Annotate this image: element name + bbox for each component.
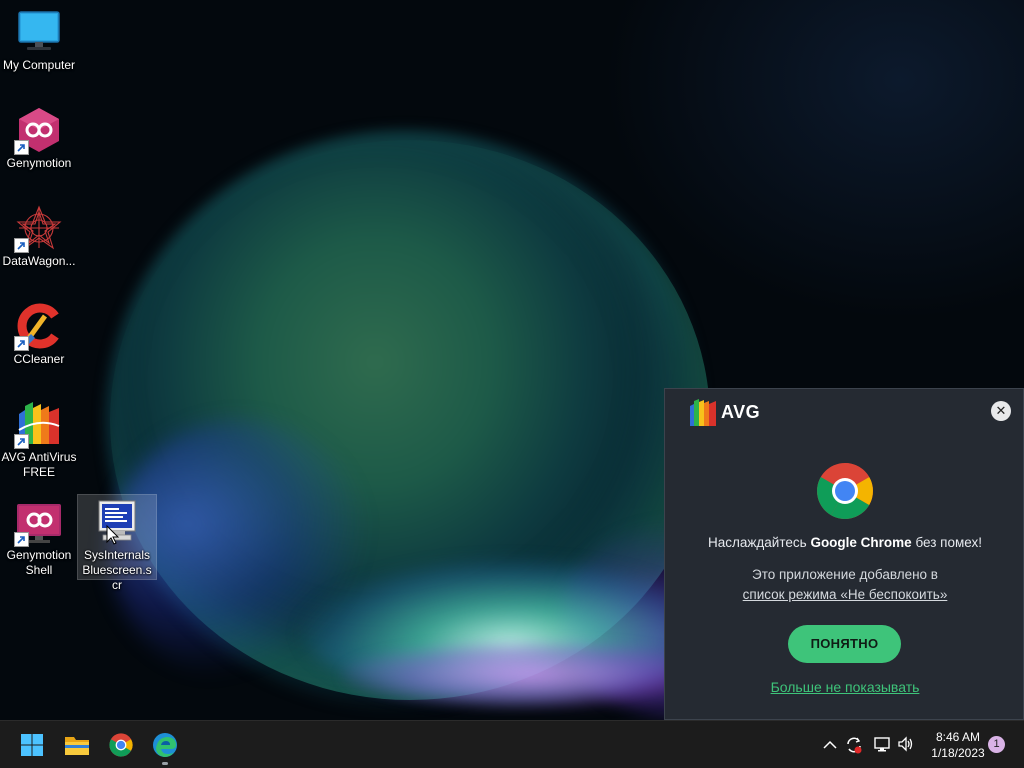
desktop-icon-my-computer[interactable]: My Computer bbox=[0, 8, 78, 73]
desktop-icon-label: My Computer bbox=[2, 58, 76, 72]
got-it-button[interactable]: ПОНЯТНО bbox=[788, 625, 901, 663]
shortcut-arrow-icon bbox=[14, 532, 29, 547]
shortcut-arrow-icon bbox=[14, 140, 29, 155]
chevron-up-icon bbox=[823, 740, 837, 749]
headline-prefix: Наслаждайтесь bbox=[708, 535, 811, 550]
close-button[interactable]: ✕ bbox=[991, 401, 1011, 421]
edge-icon bbox=[153, 733, 177, 757]
desktop-icon-avg-antivirus[interactable]: AVG AntiVirus FREE bbox=[0, 400, 78, 480]
shortcut-arrow-icon bbox=[14, 336, 29, 351]
desktop-icon-genymotion-shell[interactable]: Genymotion Shell bbox=[0, 498, 78, 578]
desktop-icon-label: Genymotion Shell bbox=[6, 548, 72, 577]
desktop-icon-ccleaner[interactable]: CCleaner bbox=[0, 302, 78, 367]
headline-app-name: Google Chrome bbox=[810, 535, 912, 550]
datawagon-icon bbox=[14, 204, 63, 253]
monitor-icon bbox=[15, 8, 63, 56]
volume-button[interactable] bbox=[896, 735, 916, 755]
screensaver-icon bbox=[93, 498, 141, 546]
desktop-icon-sysinternals-bluescreen[interactable]: SysInternalsBluescreen.scr bbox=[77, 494, 157, 592]
genymotion-icon bbox=[14, 106, 63, 155]
avg-description: Это приложение добавлено в список режима… bbox=[665, 565, 1024, 605]
avg-tray-button[interactable] bbox=[844, 735, 864, 755]
desktop-icon-genymotion[interactable]: Genymotion bbox=[0, 106, 78, 171]
desktop-icon-label: AVG AntiVirus FREE bbox=[1, 450, 77, 479]
taskbar: 8:46 AM 1/18/2023 1 bbox=[0, 720, 1024, 768]
start-button[interactable] bbox=[16, 729, 48, 761]
network-icon bbox=[874, 737, 890, 752]
shortcut-arrow-icon bbox=[14, 434, 29, 449]
desktop-icon-label: Genymotion bbox=[6, 156, 72, 170]
running-indicator bbox=[162, 762, 168, 765]
chrome-icon bbox=[109, 733, 133, 757]
avg-sync-icon bbox=[847, 737, 862, 754]
desktop-icon-label: DataWagon... bbox=[2, 254, 76, 268]
system-clock[interactable]: 8:46 AM 1/18/2023 bbox=[918, 729, 998, 761]
avg-icon bbox=[14, 400, 63, 449]
avg-logo-icon bbox=[690, 399, 716, 426]
do-not-disturb-list-link[interactable]: список режима «Не беспокоить» bbox=[743, 587, 948, 602]
headline-suffix: без помех! bbox=[911, 535, 982, 550]
chrome-taskbar-button[interactable] bbox=[105, 729, 137, 761]
avg-brand-text: AVG bbox=[721, 401, 761, 422]
show-hidden-icons-button[interactable] bbox=[820, 735, 840, 755]
avg-headline: Наслаждайтесь Google Chrome без помех! bbox=[665, 535, 1024, 550]
chrome-icon bbox=[816, 462, 874, 520]
file-explorer-icon bbox=[65, 737, 89, 755]
network-button[interactable] bbox=[872, 735, 892, 755]
avg-notification-popup: AVG ✕ Наслаждайтесь Google Chrome без по… bbox=[664, 388, 1024, 720]
dont-show-again-link[interactable]: Больше не показывать bbox=[665, 679, 1024, 695]
volume-icon bbox=[898, 736, 913, 752]
ccleaner-icon bbox=[14, 302, 63, 351]
shortcut-arrow-icon bbox=[14, 238, 29, 253]
description-text: Это приложение добавлено в bbox=[752, 567, 938, 582]
edge-taskbar-button[interactable] bbox=[149, 729, 181, 761]
file-explorer-button[interactable] bbox=[61, 729, 93, 761]
desktop-icon-label: CCleaner bbox=[13, 352, 65, 366]
clock-time: 8:46 AM bbox=[935, 730, 981, 744]
notification-badge[interactable]: 1 bbox=[988, 736, 1005, 753]
desktop-icon-datawagon[interactable]: DataWagon... bbox=[0, 204, 78, 269]
desktop-icon-label: SysInternalsBluescreen.scr bbox=[82, 548, 152, 592]
avg-logo: AVG bbox=[689, 397, 760, 427]
windows-start-icon bbox=[21, 734, 43, 756]
clock-date: 1/18/2023 bbox=[931, 746, 985, 760]
genymotion-shell-icon bbox=[14, 498, 63, 547]
